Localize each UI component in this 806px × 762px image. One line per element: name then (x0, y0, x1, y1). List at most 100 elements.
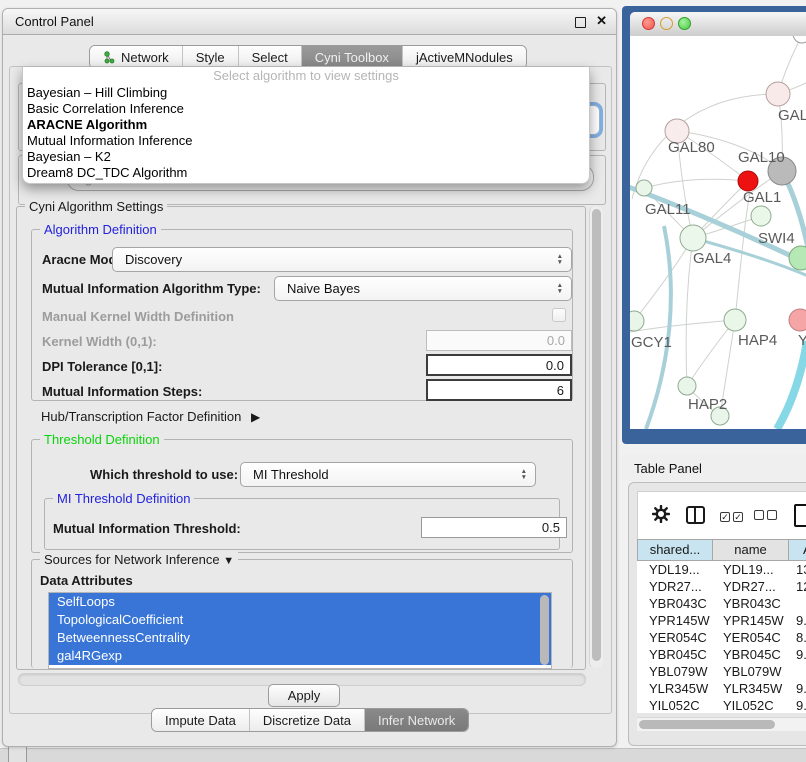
data-attributes-list[interactable]: SelfLoops TopologicalCoefficient Between… (48, 592, 552, 669)
hub-definition-expander[interactable]: Hub/Transcription Factor Definition ▶ (41, 409, 260, 424)
table-row[interactable]: YER054CYER054C8. (637, 629, 806, 646)
apply-button[interactable]: Apply (268, 684, 340, 707)
dropdown-placeholder: Select algorithm to view settings (23, 67, 589, 85)
table-panel-window: ✓✓ shared... name A YDL19...YDL19...13 Y… (628, 482, 806, 746)
table-body[interactable]: YDL19...YDL19...13 YDR27...YDR27...12 YB… (637, 561, 806, 713)
tab-style[interactable]: Style (182, 46, 238, 68)
cell-shared: YBL079W (637, 663, 713, 680)
table-horizontal-scrollbar[interactable] (637, 717, 806, 731)
mi-algorithm-type-value: Naive Bayes (287, 281, 360, 296)
cell-value (789, 663, 806, 680)
aracne-mode-combobox[interactable]: Discovery ▲▼ (112, 247, 572, 272)
column-layout-icon[interactable] (686, 506, 705, 524)
table-panel-title: Table Panel (634, 461, 702, 476)
tab-select[interactable]: Select (238, 46, 301, 68)
mi-threshold-definition-group: MI Threshold Definition Mutual Informati… (44, 498, 560, 550)
table-row[interactable]: YBR043CYBR043C (637, 595, 806, 612)
cell-value: 9. (789, 680, 806, 697)
settings-vertical-scrollbar-thumb[interactable] (592, 209, 601, 661)
zoom-traffic-light-icon[interactable] (678, 17, 691, 30)
sources-group-title: Sources for Network Inference ▼ (40, 552, 238, 569)
dropdown-item-basic-correlation[interactable]: Basic Correlation Inference (23, 101, 589, 117)
tab-style-label: Style (196, 50, 225, 65)
mi-algorithm-type-label: Mutual Information Algorithm Type: (42, 281, 261, 296)
settings-gear-icon[interactable] (652, 505, 670, 523)
table-row[interactable]: YIL052CYIL052C9. (637, 697, 806, 713)
node-hap4[interactable] (724, 309, 746, 331)
column-header-name[interactable]: name (713, 539, 789, 561)
node-gal11[interactable] (636, 180, 652, 196)
aracne-mode-value: Discovery (125, 252, 182, 267)
minimize-traffic-light-icon[interactable] (660, 17, 673, 30)
table-row[interactable]: YDL19...YDL19...13 (637, 561, 806, 578)
list-item-selfloops[interactable]: SelfLoops (49, 593, 551, 611)
table-row[interactable]: YBR045CYBR045C9. (637, 646, 806, 663)
list-item-gal4rgexp[interactable]: gal4RGexp (49, 647, 551, 665)
control-panel-title: Control Panel (15, 14, 94, 29)
expander-down-arrow-icon[interactable]: ▼ (223, 555, 234, 567)
node-label-y: Y (798, 332, 806, 349)
list-item-betweennesscentrality[interactable]: BetweennessCentrality (49, 629, 551, 647)
node-hap2[interactable] (678, 377, 696, 395)
mi-steps-field[interactable]: 6 (426, 379, 572, 401)
node-gcy1[interactable] (630, 311, 644, 331)
cell-value: 8. (789, 629, 806, 646)
settings-vertical-scrollbar[interactable] (589, 206, 603, 668)
kernel-width-field[interactable]: 0.0 (426, 330, 572, 351)
tab-infer-network[interactable]: Infer Network (364, 709, 468, 731)
close-icon[interactable]: ✕ (596, 13, 607, 29)
column-header-partial[interactable]: A (789, 539, 806, 561)
cyni-algorithm-settings-group: Cyni Algorithm Settings Algorithm Defini… (16, 206, 586, 670)
dropdown-item-bayesian-hill-climbing[interactable]: Bayesian – Hill Climbing (23, 85, 589, 101)
table-row[interactable]: YDR27...YDR27...12 (637, 578, 806, 595)
which-threshold-combobox[interactable]: MI Threshold ▲▼ (240, 462, 536, 487)
dropdown-item-mutual-information[interactable]: Mutual Information Inference (23, 133, 589, 149)
cell-value (789, 595, 806, 612)
cell-shared: YPR145W (637, 612, 713, 629)
table-row[interactable]: YLR345WYLR345W9. (637, 680, 806, 697)
list-item-topologicalcoefficient[interactable]: TopologicalCoefficient (49, 611, 551, 629)
manual-kernel-width-checkbox[interactable] (552, 308, 566, 322)
hide-columns-icon[interactable] (754, 508, 780, 523)
sources-title-text: Sources for Network Inference (44, 552, 220, 567)
node-gal-top[interactable] (766, 82, 790, 106)
table-row[interactable]: YPR145WYPR145W9. (637, 612, 806, 629)
cell-shared: YER054C (637, 629, 713, 646)
tab-network[interactable]: Network (90, 46, 182, 68)
document-icon[interactable] (794, 504, 806, 527)
tab-discretize-data-label: Discretize Data (263, 713, 351, 728)
table-horizontal-scrollbar-thumb[interactable] (639, 720, 775, 729)
algorithm-dropdown-popup: Select algorithm to view settings Bayesi… (22, 67, 590, 184)
sources-group: Sources for Network Inference ▼ Data Att… (31, 559, 573, 668)
dpi-tolerance-field[interactable]: 0.0 (426, 354, 572, 376)
mi-algorithm-type-combobox[interactable]: Naive Bayes ▲▼ (274, 276, 572, 301)
node-salmon[interactable] (789, 309, 806, 331)
kernel-width-label: Kernel Width (0,1): (42, 334, 157, 349)
threshold-definition-group: Threshold Definition Which threshold to … (31, 439, 573, 553)
minimized-panel-button[interactable] (8, 746, 27, 762)
close-traffic-light-icon[interactable] (642, 17, 655, 30)
show-checked-columns-icon[interactable]: ✓✓ (720, 508, 746, 523)
dropdown-item-bayesian-k2[interactable]: Bayesian – K2 (23, 149, 589, 165)
dropdown-item-aracne[interactable]: ARACNE Algorithm (23, 117, 589, 133)
tab-impute-data[interactable]: Impute Data (152, 709, 249, 731)
node-selected-red[interactable] (738, 171, 758, 191)
combo-stepper-icon: ▲▼ (521, 469, 527, 481)
node-unlabeled[interactable] (793, 36, 806, 43)
tab-cyni-toolbox[interactable]: Cyni Toolbox (301, 46, 402, 68)
table-row[interactable]: YBL079WYBL079W (637, 663, 806, 680)
node-label-gal10: GAL10 (738, 149, 785, 166)
tab-discretize-data[interactable]: Discretize Data (249, 709, 364, 731)
dropdown-item-dream8[interactable]: Dream8 DC_TDC Algorithm (23, 165, 589, 181)
node-gal4[interactable] (680, 225, 706, 251)
tab-jactivemnodules[interactable]: jActiveMNodules (402, 46, 526, 68)
node-swi4[interactable] (789, 246, 806, 270)
network-canvas[interactable]: GAL GAL80 GAL10 GAL1 GAL11 SWI4 GAL4 GCY… (630, 36, 806, 429)
list-scrollbar[interactable] (540, 595, 549, 665)
column-header-shared-name[interactable]: shared... (637, 539, 713, 561)
mi-threshold-field[interactable]: 0.5 (421, 517, 567, 538)
mi-threshold-definition-title: MI Threshold Definition (53, 491, 194, 506)
node-label-gal80: GAL80 (668, 139, 715, 156)
node-gal1[interactable] (751, 206, 771, 226)
float-window-icon[interactable] (575, 17, 586, 28)
